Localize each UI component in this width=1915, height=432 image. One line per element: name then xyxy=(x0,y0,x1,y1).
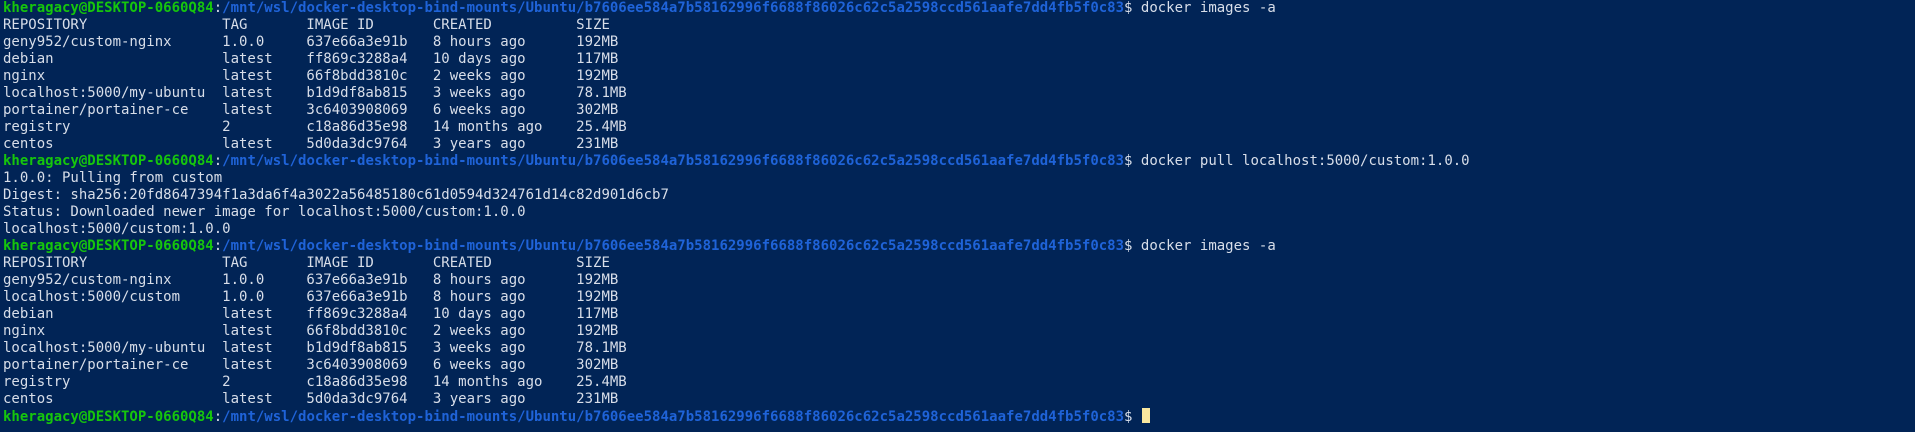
output-line: Status: Downloaded newer image for local… xyxy=(3,204,1915,221)
prompt-user: kheragacy@DESKTOP-0660Q84 xyxy=(3,409,214,425)
output-line: geny952/custom-nginx 1.0.0 637e66a3e91b … xyxy=(3,272,1915,289)
prompt-line: kheragacy@DESKTOP-0660Q84:/mnt/wsl/docke… xyxy=(3,238,1915,255)
output-text: debian latest ff869c3288a4 10 days ago 1… xyxy=(3,306,619,322)
prompt-line: kheragacy@DESKTOP-0660Q84:/mnt/wsl/docke… xyxy=(3,0,1915,17)
output-text: geny952/custom-nginx 1.0.0 637e66a3e91b … xyxy=(3,34,619,50)
command-text: docker pull localhost:5000/custom:1.0.0 xyxy=(1140,153,1470,169)
prompt-line: kheragacy@DESKTOP-0660Q84:/mnt/wsl/docke… xyxy=(3,153,1915,170)
prompt-separator: : xyxy=(213,0,223,16)
prompt-symbol: $ xyxy=(1124,238,1141,254)
output-line: debian latest ff869c3288a4 10 days ago 1… xyxy=(3,306,1915,323)
prompt-symbol: $ xyxy=(1124,153,1141,169)
output-text: portainer/portainer-ce latest 3c64039080… xyxy=(3,357,619,373)
output-line: debian latest ff869c3288a4 10 days ago 1… xyxy=(3,51,1915,68)
output-text: REPOSITORY TAG IMAGE ID CREATED SIZE xyxy=(3,17,610,33)
output-line: REPOSITORY TAG IMAGE ID CREATED SIZE xyxy=(3,17,1915,34)
output-line: portainer/portainer-ce latest 3c64039080… xyxy=(3,102,1915,119)
prompt-path: /mnt/wsl/docker-desktop-bind-mounts/Ubun… xyxy=(222,238,1125,254)
output-line: centos latest 5d0da3dc9764 3 years ago 2… xyxy=(3,391,1915,408)
output-line: nginx latest 66f8bdd3810c 2 weeks ago 19… xyxy=(3,68,1915,85)
output-line: 1.0.0: Pulling from custom xyxy=(3,170,1915,187)
output-line: localhost:5000/my-ubuntu latest b1d9df8a… xyxy=(3,340,1915,357)
text-cursor xyxy=(1141,408,1150,423)
output-text: localhost:5000/my-ubuntu latest b1d9df8a… xyxy=(3,85,627,101)
output-text: registry 2 c18a86d35e98 14 months ago 25… xyxy=(3,119,627,135)
prompt-line: kheragacy@DESKTOP-0660Q84:/mnt/wsl/docke… xyxy=(3,408,1915,425)
prompt-user: kheragacy@DESKTOP-0660Q84 xyxy=(3,238,214,254)
output-line: localhost:5000/custom:1.0.0 xyxy=(3,221,1915,238)
output-text: localhost:5000/custom:1.0.0 xyxy=(3,221,231,237)
prompt-separator: : xyxy=(213,238,223,254)
output-line: centos latest 5d0da3dc9764 3 years ago 2… xyxy=(3,136,1915,153)
prompt-separator: : xyxy=(213,153,223,169)
output-text: 1.0.0: Pulling from custom xyxy=(3,170,223,186)
output-text: geny952/custom-nginx 1.0.0 637e66a3e91b … xyxy=(3,272,619,288)
output-text: Status: Downloaded newer image for local… xyxy=(3,204,526,220)
output-text: Digest: sha256:20fd8647394f1a3da6f4a3022… xyxy=(3,187,669,203)
output-text: portainer/portainer-ce latest 3c64039080… xyxy=(3,102,619,118)
prompt-user: kheragacy@DESKTOP-0660Q84 xyxy=(3,153,214,169)
output-text: debian latest ff869c3288a4 10 days ago 1… xyxy=(3,51,619,67)
prompt-user: kheragacy@DESKTOP-0660Q84 xyxy=(3,0,214,16)
output-text: nginx latest 66f8bdd3810c 2 weeks ago 19… xyxy=(3,68,619,84)
prompt-path: /mnt/wsl/docker-desktop-bind-mounts/Ubun… xyxy=(222,0,1125,16)
output-line: localhost:5000/my-ubuntu latest b1d9df8a… xyxy=(3,85,1915,102)
terminal-window[interactable]: kheragacy@DESKTOP-0660Q84:/mnt/wsl/docke… xyxy=(0,0,1915,432)
output-line: portainer/portainer-ce latest 3c64039080… xyxy=(3,357,1915,374)
output-text: registry 2 c18a86d35e98 14 months ago 25… xyxy=(3,374,627,390)
output-text: centos latest 5d0da3dc9764 3 years ago 2… xyxy=(3,391,619,407)
output-text: REPOSITORY TAG IMAGE ID CREATED SIZE xyxy=(3,255,610,271)
prompt-symbol: $ xyxy=(1124,409,1141,425)
prompt-symbol: $ xyxy=(1124,0,1141,16)
prompt-path: /mnt/wsl/docker-desktop-bind-mounts/Ubun… xyxy=(222,153,1125,169)
command-text: docker images -a xyxy=(1140,238,1276,254)
command-text: docker images -a xyxy=(1140,0,1276,16)
output-line: Digest: sha256:20fd8647394f1a3da6f4a3022… xyxy=(3,187,1915,204)
output-text: centos latest 5d0da3dc9764 3 years ago 2… xyxy=(3,136,619,152)
output-line: REPOSITORY TAG IMAGE ID CREATED SIZE xyxy=(3,255,1915,272)
output-line: geny952/custom-nginx 1.0.0 637e66a3e91b … xyxy=(3,34,1915,51)
output-text: localhost:5000/my-ubuntu latest b1d9df8a… xyxy=(3,340,627,356)
output-line: registry 2 c18a86d35e98 14 months ago 25… xyxy=(3,119,1915,136)
prompt-path: /mnt/wsl/docker-desktop-bind-mounts/Ubun… xyxy=(222,409,1125,425)
output-line: nginx latest 66f8bdd3810c 2 weeks ago 19… xyxy=(3,323,1915,340)
output-text: nginx latest 66f8bdd3810c 2 weeks ago 19… xyxy=(3,323,619,339)
output-line: registry 2 c18a86d35e98 14 months ago 25… xyxy=(3,374,1915,391)
prompt-separator: : xyxy=(213,409,223,425)
output-line: localhost:5000/custom 1.0.0 637e66a3e91b… xyxy=(3,289,1915,306)
output-text: localhost:5000/custom 1.0.0 637e66a3e91b… xyxy=(3,289,619,305)
